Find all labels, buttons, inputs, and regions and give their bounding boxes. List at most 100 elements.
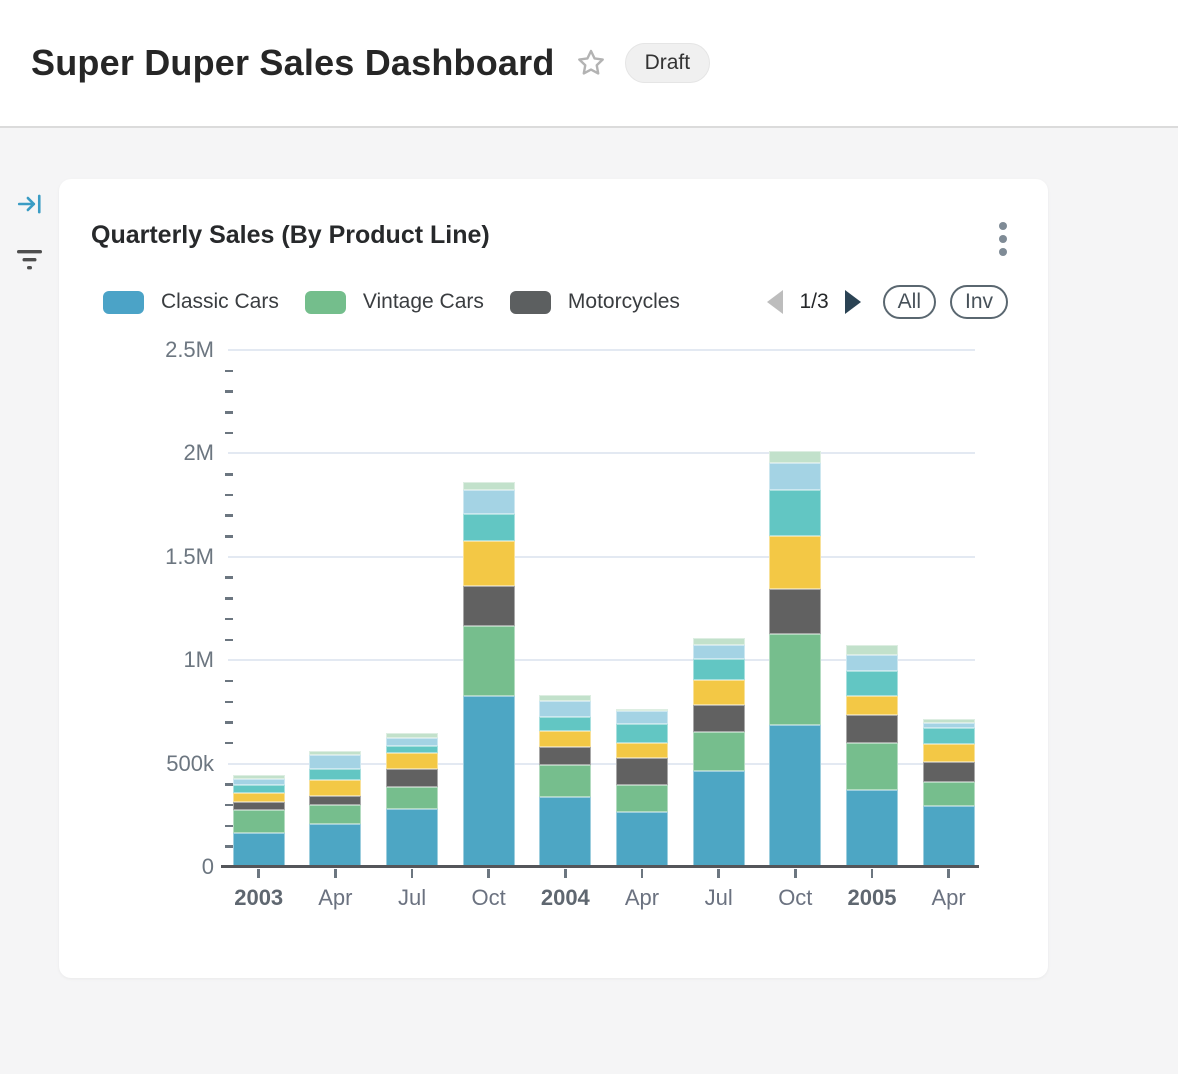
y-axis-label: 1M (124, 647, 214, 673)
collapse-panel-icon[interactable] (15, 191, 43, 217)
bar-segment[interactable] (463, 626, 515, 696)
y-axis-minor-tick (225, 597, 233, 600)
bar-segment[interactable] (693, 705, 745, 732)
legend-next-icon[interactable] (845, 290, 861, 314)
bar-oct-3[interactable] (463, 482, 515, 867)
bar-segment[interactable] (309, 824, 361, 867)
bar-segment[interactable] (386, 746, 438, 753)
bar-2004-4[interactable] (539, 695, 591, 867)
bar-segment[interactable] (309, 769, 361, 781)
bar-segment[interactable] (846, 790, 898, 867)
y-axis-minor-tick (225, 576, 233, 579)
kebab-menu-icon[interactable] (998, 222, 1008, 261)
bar-segment[interactable] (769, 451, 821, 464)
bar-segment[interactable] (539, 747, 591, 765)
bar-segment[interactable] (616, 758, 668, 785)
bar-segment[interactable] (539, 717, 591, 731)
bar-segment[interactable] (769, 634, 821, 724)
bar-segment[interactable] (386, 753, 438, 769)
bar-segment[interactable] (616, 812, 668, 867)
legend-item-classic-cars[interactable]: Classic Cars (103, 290, 279, 314)
bar-segment[interactable] (616, 711, 668, 723)
bar-segment[interactable] (693, 732, 745, 771)
bar-segment[interactable] (693, 659, 745, 681)
y-axis-label: 500k (124, 751, 214, 777)
legend-invert-button[interactable]: Inv (950, 285, 1008, 319)
bar-jul-6[interactable] (693, 638, 745, 867)
bar-segment[interactable] (386, 738, 438, 747)
bar-segment[interactable] (769, 725, 821, 867)
legend-item-motorcycles[interactable]: Motorcycles (510, 290, 680, 314)
bar-segment[interactable] (846, 671, 898, 696)
bar-segment[interactable] (539, 731, 591, 747)
bar-segment[interactable] (769, 463, 821, 490)
bar-segment[interactable] (309, 796, 361, 805)
bar-segment[interactable] (539, 797, 591, 867)
left-rail (14, 191, 44, 272)
bar-oct-7[interactable] (769, 451, 821, 867)
bar-apr-9[interactable] (923, 719, 975, 867)
bar-segment[interactable] (846, 743, 898, 791)
bar-segment[interactable] (923, 728, 975, 744)
bar-segment[interactable] (463, 482, 515, 490)
bar-segment[interactable] (539, 765, 591, 797)
x-axis-tick (794, 869, 797, 878)
x-axis-tick (947, 869, 950, 878)
bar-segment[interactable] (309, 780, 361, 796)
x-axis-tick (257, 869, 260, 878)
bar-segment[interactable] (846, 655, 898, 671)
bar-segment[interactable] (463, 514, 515, 541)
bar-segment[interactable] (769, 589, 821, 634)
y-axis-minor-tick (225, 514, 233, 517)
bar-segment[interactable] (846, 645, 898, 655)
y-axis-label: 2.5M (124, 337, 214, 363)
bar-segment[interactable] (539, 701, 591, 717)
bar-segment[interactable] (386, 769, 438, 787)
bar-segment[interactable] (616, 743, 668, 759)
bar-segment[interactable] (616, 785, 668, 812)
bar-segment[interactable] (923, 806, 975, 867)
bar-segment[interactable] (769, 490, 821, 536)
bar-segment[interactable] (233, 793, 285, 802)
bar-apr-1[interactable] (309, 751, 361, 867)
bar-apr-5[interactable] (616, 709, 668, 867)
bar-segment[interactable] (769, 536, 821, 589)
legend-select-all-button[interactable]: All (883, 285, 936, 319)
x-axis-tick (334, 869, 337, 878)
bar-segment[interactable] (386, 809, 438, 867)
bar-segment[interactable] (233, 802, 285, 810)
bar-segment[interactable] (233, 785, 285, 794)
bar-segment[interactable] (846, 696, 898, 715)
page-title: Super Duper Sales Dashboard (31, 42, 555, 84)
bar-segment[interactable] (923, 782, 975, 806)
legend-item-vintage-cars[interactable]: Vintage Cars (305, 290, 484, 314)
bar-segment[interactable] (386, 787, 438, 809)
x-axis-tick (487, 869, 490, 878)
legend-prev-icon[interactable] (767, 290, 783, 314)
bar-segment[interactable] (463, 696, 515, 867)
bar-segment[interactable] (463, 586, 515, 626)
y-axis-label: 2M (124, 440, 214, 466)
bar-segment[interactable] (309, 755, 361, 769)
filter-icon[interactable] (15, 246, 43, 272)
bar-segment[interactable] (463, 541, 515, 587)
bar-segment[interactable] (846, 715, 898, 742)
y-axis-minor-tick (225, 639, 233, 642)
bar-segment[interactable] (233, 833, 285, 867)
bar-segment[interactable] (693, 680, 745, 704)
bar-jul-2[interactable] (386, 733, 438, 867)
bar-segment[interactable] (309, 805, 361, 824)
bar-segment[interactable] (463, 490, 515, 514)
x-axis-tick (717, 869, 720, 878)
bar-segment[interactable] (693, 638, 745, 645)
bar-segment[interactable] (233, 810, 285, 833)
bar-segment[interactable] (923, 744, 975, 761)
bar-segment[interactable] (693, 771, 745, 867)
favorite-star-icon[interactable] (575, 47, 607, 79)
bar-segment[interactable] (923, 762, 975, 783)
bar-segment[interactable] (693, 645, 745, 659)
bar-2005-8[interactable] (846, 645, 898, 867)
bar-2003-0[interactable] (233, 775, 285, 867)
bar-segment[interactable] (616, 724, 668, 743)
y-axis-minor-tick (225, 535, 233, 538)
